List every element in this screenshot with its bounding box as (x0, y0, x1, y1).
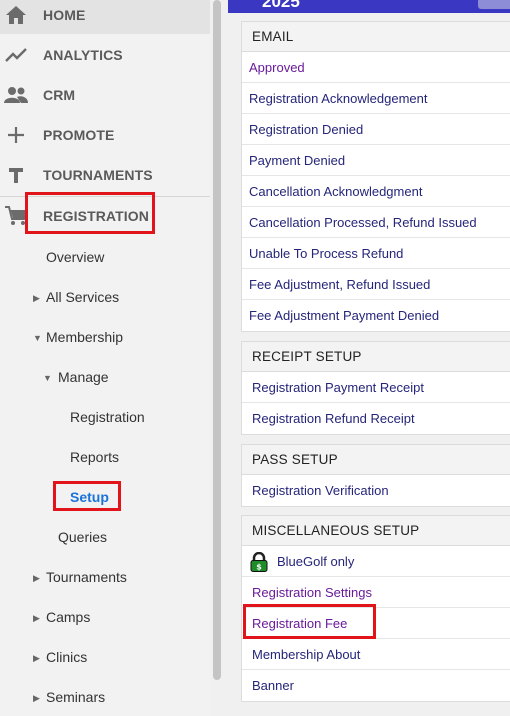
sidebar-item-all-services[interactable]: All Services (46, 289, 119, 305)
sidebar-item-reports[interactable]: Reports (70, 449, 119, 465)
setup-highlight-box (53, 481, 121, 511)
header-bar: 2025 (228, 0, 510, 13)
caret-down-icon[interactable]: ▼ (33, 333, 42, 343)
receipt-link-refund[interactable]: Registration Refund Receipt (242, 403, 510, 434)
email-link-payment-denied[interactable]: Payment Denied (242, 145, 510, 176)
caret-right-icon[interactable]: ▶ (33, 693, 40, 704)
home-icon (4, 3, 28, 27)
email-panel: EMAIL Approved Registration Acknowledgem… (241, 21, 510, 332)
receipt-link-payment[interactable]: Registration Payment Receipt (242, 372, 510, 403)
nav-crm[interactable]: CRM (0, 76, 210, 114)
sidebar: HOME ANALYTICS CRM PROMOTE TOURNAMENTS R… (0, 0, 210, 716)
caret-right-icon[interactable]: ▶ (33, 573, 40, 584)
email-link-registration-acknowledgement[interactable]: Registration Acknowledgement (242, 83, 510, 114)
sidebar-item-membership[interactable]: Membership (46, 329, 123, 345)
email-link-approved[interactable]: Approved (242, 52, 510, 83)
nav-analytics[interactable]: ANALYTICS (0, 36, 210, 74)
lock-icon: $ (250, 551, 268, 572)
sidebar-scrollbar[interactable] (213, 0, 221, 680)
sidebar-item-clinics[interactable]: Clinics (46, 649, 87, 665)
nav-tournaments[interactable]: TOURNAMENTS (0, 156, 210, 194)
pass-link-verification[interactable]: Registration Verification (242, 475, 510, 506)
email-link-fee-adjustment-refund[interactable]: Fee Adjustment, Refund Issued (242, 269, 510, 300)
email-link-cancellation-processed[interactable]: Cancellation Processed, Refund Issued (242, 207, 510, 238)
header-button[interactable] (478, 0, 510, 9)
svg-text:$: $ (256, 563, 262, 572)
email-link-registration-denied[interactable]: Registration Denied (242, 114, 510, 145)
registration-fee-highlight-box (243, 604, 376, 639)
nav-promote-label: PROMOTE (43, 127, 115, 143)
trending-icon (4, 43, 28, 67)
pass-panel-title: PASS SETUP (242, 445, 510, 475)
header-year: 2025 (262, 0, 300, 11)
sidebar-item-manage[interactable]: Manage (58, 369, 109, 385)
caret-right-icon[interactable]: ▶ (33, 613, 40, 624)
sidebar-item-registration[interactable]: Registration (70, 409, 145, 425)
nav-crm-label: CRM (43, 87, 76, 103)
caret-down-icon[interactable]: ▼ (43, 373, 52, 383)
sidebar-item-tournaments[interactable]: Tournaments (46, 569, 127, 585)
people-icon (4, 83, 28, 107)
sidebar-item-camps[interactable]: Camps (46, 609, 90, 625)
nav-home-label: HOME (43, 7, 86, 23)
email-panel-title: EMAIL (242, 22, 510, 52)
misc-link-membership-about[interactable]: Membership About (242, 639, 510, 670)
receipt-panel: RECEIPT SETUP Registration Payment Recei… (241, 341, 510, 435)
caret-right-icon[interactable]: ▶ (33, 293, 40, 304)
nav-home[interactable]: HOME (0, 0, 210, 34)
email-link-unable-to-process-refund[interactable]: Unable To Process Refund (242, 238, 510, 269)
receipt-panel-title: RECEIPT SETUP (242, 342, 510, 372)
caret-right-icon[interactable]: ▶ (33, 653, 40, 664)
email-link-fee-adjustment-denied[interactable]: Fee Adjustment Payment Denied (242, 300, 510, 331)
email-link-cancellation-acknowledgment[interactable]: Cancellation Acknowledgment (242, 176, 510, 207)
misc-panel-title: MISCELLANEOUS SETUP (242, 516, 510, 546)
sidebar-item-overview[interactable]: Overview (46, 249, 104, 265)
nav-analytics-label: ANALYTICS (43, 47, 123, 63)
pass-panel: PASS SETUP Registration Verification (241, 444, 510, 507)
registration-highlight-box (25, 192, 155, 234)
sidebar-item-queries[interactable]: Queries (58, 529, 107, 545)
tournament-t-icon (4, 163, 28, 187)
bluegolf-only-row: $ BlueGolf only (242, 546, 510, 577)
bluegolf-only-label: BlueGolf only (277, 553, 355, 569)
plus-icon (4, 123, 28, 147)
misc-link-banner[interactable]: Banner (242, 670, 510, 701)
nav-promote[interactable]: PROMOTE (0, 116, 210, 154)
sidebar-item-seminars[interactable]: Seminars (46, 689, 105, 705)
nav-tournaments-label: TOURNAMENTS (43, 167, 153, 183)
